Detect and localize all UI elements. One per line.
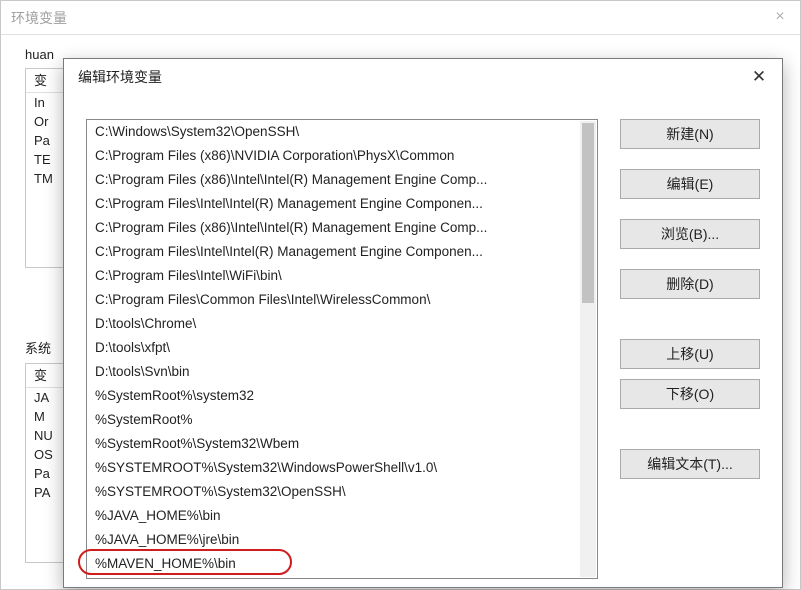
list-item[interactable]: C:\Program Files (x86)\NVIDIA Corporatio… [87, 144, 579, 168]
move-down-button[interactable]: 下移(O) [620, 379, 760, 409]
edit-button[interactable]: 编辑(E) [620, 169, 760, 199]
list-item[interactable]: %SystemRoot% [87, 408, 579, 432]
list-item[interactable]: C:\Program Files (x86)\Intel\Intel(R) Ma… [87, 216, 579, 240]
list-item[interactable]: C:\Program Files\Common Files\Intel\Wire… [87, 288, 579, 312]
new-button[interactable]: 新建(N) [620, 119, 760, 149]
list-item[interactable]: C:\Program Files\Intel\WiFi\bin\ [87, 264, 579, 288]
list-item[interactable]: %SystemRoot%\System32\Wbem [87, 432, 579, 456]
list-item[interactable]: %SystemRoot%\system32 [87, 384, 579, 408]
child-titlebar: 编辑环境变量 ✕ [64, 59, 782, 95]
delete-button[interactable]: 删除(D) [620, 269, 760, 299]
list-item[interactable]: C:\Program Files (x86)\Intel\Intel(R) Ma… [87, 168, 579, 192]
list-item[interactable]: D:\tools\Chrome\ [87, 312, 579, 336]
list-item[interactable]: %JAVA_HOME%\jre\bin [87, 528, 579, 552]
list-item[interactable]: C:\Windows\System32\OpenSSH\ [87, 120, 579, 144]
edit-env-var-dialog: 编辑环境变量 ✕ C:\Windows\System32\OpenSSH\C:\… [63, 58, 783, 588]
parent-titlebar: 环境变量 × [1, 1, 800, 35]
child-body: C:\Windows\System32\OpenSSH\C:\Program F… [64, 95, 782, 579]
child-title: 编辑环境变量 [78, 67, 162, 87]
list-wrap: C:\Windows\System32\OpenSSH\C:\Program F… [86, 119, 598, 579]
list-item[interactable]: %SYSTEMROOT%\System32\OpenSSH\ [87, 480, 579, 504]
browse-button[interactable]: 浏览(B)... [620, 219, 760, 249]
list-item[interactable]: C:\Program Files\Intel\Intel(R) Manageme… [87, 240, 579, 264]
button-column: 新建(N) 编辑(E) 浏览(B)... 删除(D) 上移(U) 下移(O) 编… [620, 119, 760, 579]
list-item[interactable]: D:\tools\Svn\bin [87, 360, 579, 384]
list-item[interactable]: %SYSTEMROOT%\System32\WindowsPowerShell\… [87, 456, 579, 480]
list-item[interactable]: %MAVEN_HOME%\bin [87, 552, 579, 576]
close-icon[interactable]: ✕ [744, 65, 774, 89]
list-item[interactable]: %JAVA_HOME%\bin [87, 504, 579, 528]
close-icon[interactable]: × [766, 5, 794, 29]
scrollbar[interactable] [580, 121, 596, 577]
path-listbox[interactable]: C:\Windows\System32\OpenSSH\C:\Program F… [86, 119, 598, 579]
scroll-thumb[interactable] [582, 123, 594, 303]
list-item[interactable]: D:\tools\xfpt\ [87, 336, 579, 360]
edit-text-button[interactable]: 编辑文本(T)... [620, 449, 760, 479]
parent-title: 环境变量 [11, 8, 67, 28]
move-up-button[interactable]: 上移(U) [620, 339, 760, 369]
list-item[interactable]: C:\Program Files\Intel\Intel(R) Manageme… [87, 192, 579, 216]
